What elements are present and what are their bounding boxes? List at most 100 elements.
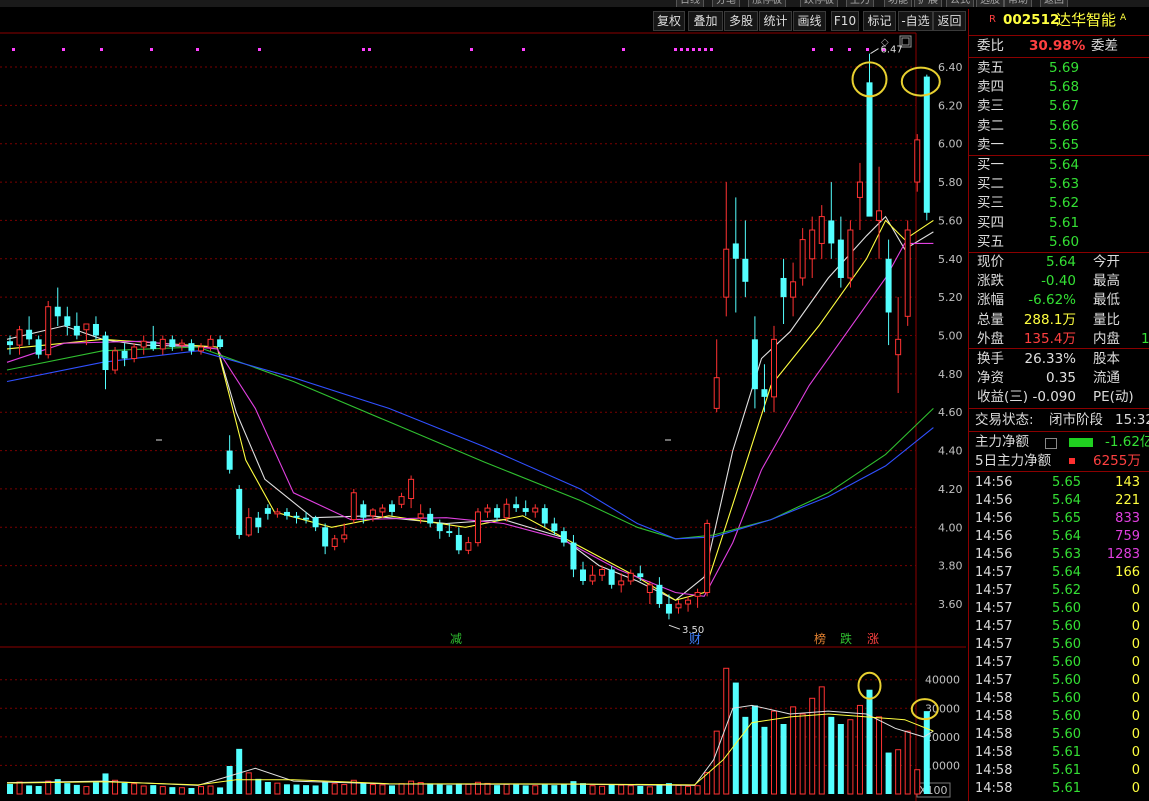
top-tab-5[interactable]: 功能: [884, 0, 912, 7]
candle-body-down: [742, 258, 749, 282]
top-tab-8[interactable]: 选股: [976, 0, 1004, 7]
top-tab-9[interactable]: 帮助: [1004, 0, 1032, 7]
event-marker-label: 财: [689, 632, 701, 646]
quote-label: 总量: [977, 311, 1004, 328]
quote-value: 5.64: [1045, 254, 1076, 270]
info-marker-dot: [100, 48, 103, 51]
volume-bar-up: [876, 716, 883, 795]
tick-volume: 0: [1131, 763, 1140, 778]
tick-volume: 221: [1115, 493, 1140, 508]
quote-label-2: 最高: [1093, 273, 1120, 290]
top-tab-7[interactable]: 公式: [946, 0, 974, 7]
volume-bar-up: [856, 704, 863, 795]
volume-bar-up: [790, 706, 797, 795]
candle-body-up: [818, 216, 825, 244]
volume-bar-down: [255, 778, 262, 794]
buy-row: 买五 5.60: [969, 233, 1149, 252]
stock-code[interactable]: 002512: [1003, 9, 1059, 31]
biaoji-button[interactable]: 标记: [863, 11, 896, 31]
candle-body-up: [694, 591, 701, 597]
volume-bar-down: [837, 724, 844, 794]
volume-bar-up: [847, 719, 854, 795]
candle-body-down: [580, 569, 586, 581]
candle-body-up: [589, 574, 596, 582]
kline-chart[interactable]: 6.40 6.20 6.00 5.80 5.60 5.40 5.20 5.00 4.80 4.60…: [0, 30, 966, 801]
price-tick-label: 6.40: [938, 61, 963, 74]
candle-body-down: [637, 573, 644, 578]
huaxian-button[interactable]: 画线: [793, 11, 826, 31]
candle-body-up: [341, 534, 348, 540]
fuquan-button[interactable]: 复权: [653, 11, 685, 31]
fanhui-button[interactable]: 返回: [933, 11, 966, 31]
quote-label-2: 最低: [1093, 292, 1120, 309]
volume-bar-down: [121, 782, 128, 794]
top-tab-0[interactable]: 日线: [676, 0, 704, 7]
sell-price[interactable]: 5.66: [1049, 117, 1079, 136]
low-pointer: [668, 624, 681, 630]
volume-bar-down: [283, 784, 290, 794]
info-marker-dot: [698, 48, 701, 51]
stock-name[interactable]: 达华智能: [1056, 9, 1116, 31]
top-tab-2[interactable]: 涨停板: [748, 0, 786, 7]
volume-bar-up: [532, 785, 539, 795]
sell-price[interactable]: 5.65: [1049, 136, 1079, 155]
volume-bar-up: [131, 783, 138, 795]
diejia-button[interactable]: 叠加: [688, 11, 723, 31]
tick-volume: 759: [1115, 529, 1140, 544]
volume-bar-up: [369, 784, 376, 795]
top-tab-6[interactable]: 扩展: [914, 0, 942, 7]
tick-time: 14:58: [975, 691, 1013, 706]
top-tab-10[interactable]: 返回: [1040, 0, 1068, 7]
tick-volume: 0: [1131, 673, 1140, 688]
tick-time: 14:57: [975, 565, 1013, 580]
tick-row: 14:58 5.61 0: [969, 761, 1149, 780]
quote2-row: 换手 26.33% 股本: [969, 350, 1149, 369]
tick-price: 5.60: [1052, 619, 1081, 634]
top-tab-4[interactable]: 主力: [846, 0, 874, 7]
tick-volume: 0: [1131, 781, 1140, 796]
volume-bar-down: [293, 784, 300, 794]
zixuan-button[interactable]: -自选: [898, 11, 933, 31]
volume-bar-up: [627, 785, 634, 795]
weibi-label: 委比: [977, 38, 1004, 54]
f10-button[interactable]: F10: [831, 11, 859, 31]
candle-body-up: [799, 239, 806, 279]
top-menu-strip: 日线 分笔 涨停板 跌停板 主力 功能 扩展 公式 选股 帮助 返回: [0, 0, 1149, 7]
buy-label: 买四: [977, 214, 1004, 231]
buy-price[interactable]: 5.64: [1049, 156, 1079, 175]
sell-label: 卖三: [977, 98, 1004, 115]
buy-price[interactable]: 5.62: [1049, 194, 1079, 213]
volume-bar-up: [771, 710, 777, 795]
volume-bar-up: [589, 785, 596, 795]
volume-bar-down: [360, 782, 367, 794]
candle-body-down: [169, 339, 176, 348]
sell-price[interactable]: 5.68: [1049, 78, 1079, 97]
buy-price[interactable]: 5.60: [1049, 233, 1079, 252]
tongji-button[interactable]: 统计: [759, 11, 792, 31]
candle-body-up: [417, 513, 424, 519]
candle-body-up: [140, 340, 147, 348]
buy-price[interactable]: 5.63: [1049, 175, 1079, 194]
candle-body-up: [895, 338, 902, 356]
chart-toolbar: 复权 叠加 多股 统计 画线 F10 标记 -自选 返回: [0, 9, 966, 32]
candle-body-up: [331, 538, 338, 547]
volume-bar-down: [541, 784, 548, 794]
sell-price[interactable]: 5.67: [1049, 97, 1079, 116]
sell-price[interactable]: 5.69: [1049, 59, 1079, 78]
info-marker-dot: [680, 48, 683, 51]
buy-price[interactable]: 5.61: [1049, 214, 1079, 233]
candle-body-up: [408, 478, 415, 500]
top-tab-3[interactable]: 跌停板: [800, 0, 838, 7]
duogu-button[interactable]: 多股: [724, 11, 758, 31]
square-icon: [1069, 458, 1075, 464]
volume-bar-down: [389, 785, 395, 794]
volume-bar-up: [818, 686, 825, 795]
quote-value: 135.4万: [1023, 330, 1076, 347]
quote-value: -6.62%: [1028, 292, 1076, 309]
top-tab-1[interactable]: 分笔: [712, 0, 740, 7]
quote-label: 外盘: [977, 330, 1004, 347]
info-marker-dot: [692, 48, 695, 51]
candle-body-down: [389, 504, 395, 512]
candle-body-down: [436, 523, 443, 532]
quote-panel: R 002512 达华智能 A 委比 30.98% 委差 卖五 5.69 卖四 5.6…: [968, 9, 1149, 801]
